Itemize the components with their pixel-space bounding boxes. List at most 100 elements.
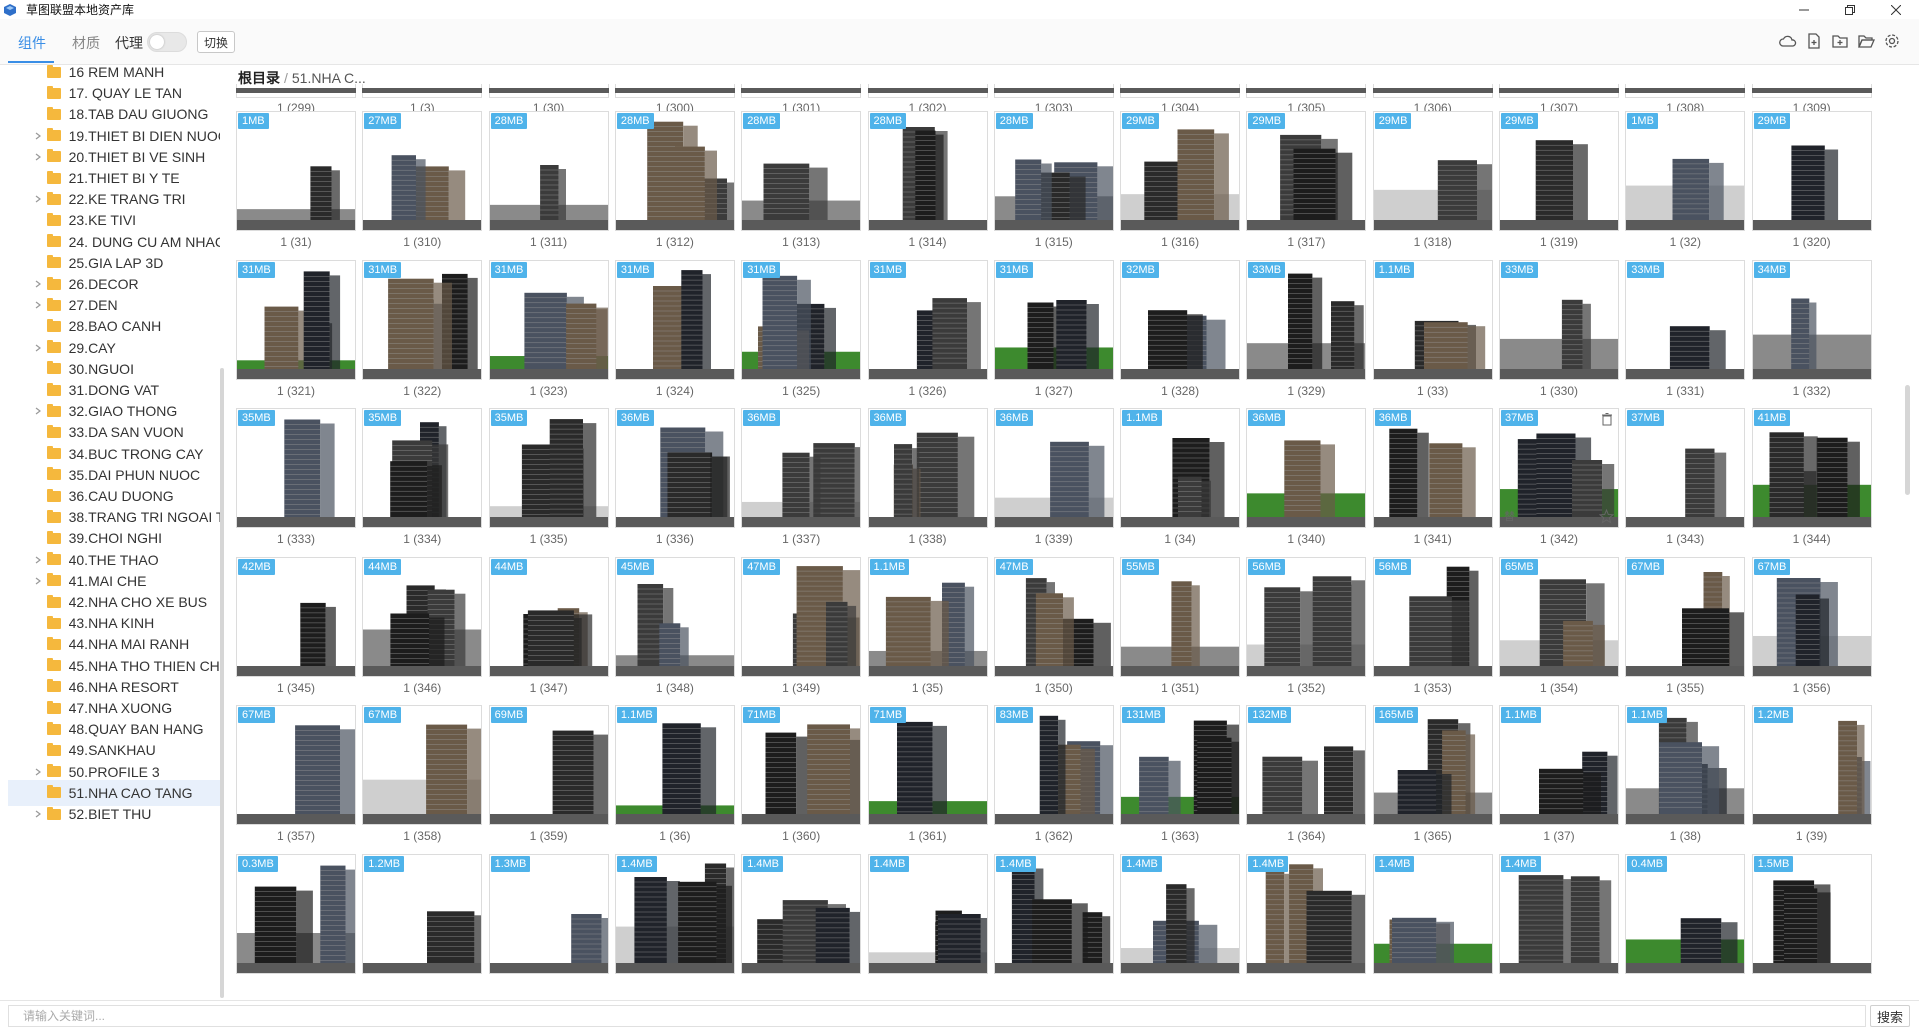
asset-card[interactable]: 28MB 1 (314) — [867, 111, 988, 251]
asset-thumbnail[interactable]: 67MB — [362, 705, 483, 825]
asset-thumbnail[interactable]: 1.3MB — [488, 853, 609, 974]
asset-thumbnail[interactable]: 36MB — [1372, 408, 1493, 528]
asset-card[interactable]: 36MB 1 (336) — [614, 408, 735, 548]
asset-card[interactable]: 31MB 1 (322) — [362, 259, 483, 400]
asset-thumbnail[interactable]: 71MB — [867, 705, 988, 825]
asset-thumbnail[interactable]: 67MB — [1625, 556, 1746, 677]
asset-thumbnail[interactable]: 33MB — [1246, 259, 1367, 380]
asset-card[interactable]: 1MB 1 (32) — [1625, 111, 1746, 251]
asset-card[interactable]: 55MB 1 (351) — [1120, 556, 1241, 697]
expand-chevron-icon[interactable] — [32, 342, 43, 354]
asset-card[interactable]: 42MB 1 (345) — [236, 556, 356, 697]
asset-thumbnail[interactable]: 35MB — [236, 408, 356, 528]
asset-card[interactable]: 36MB 1 (337) — [741, 408, 862, 548]
sidebar-item[interactable]: 52.BIET THU — [8, 801, 220, 827]
asset-thumbnail[interactable]: 1.2MB — [1751, 705, 1872, 825]
asset-card[interactable]: 0.4MB — [1625, 853, 1746, 994]
asset-card[interactable]: 1.4MB — [1372, 853, 1493, 994]
asset-card[interactable]: 1.4MB — [741, 853, 862, 994]
asset-card[interactable]: 28MB 1 (313) — [741, 111, 862, 251]
asset-thumbnail-partial[interactable] — [614, 84, 735, 98]
asset-card[interactable]: 132MB 1 (364) — [1246, 705, 1367, 845]
asset-card[interactable]: 36MB 1 (339) — [993, 408, 1114, 548]
asset-card[interactable]: 56MB 1 (353) — [1372, 556, 1493, 697]
asset-card[interactable]: 69MB 1 (359) — [488, 705, 609, 845]
minimize-button[interactable] — [1781, 0, 1827, 19]
asset-card[interactable]: 27MB 1 (310) — [362, 111, 483, 251]
expand-chevron-icon[interactable] — [32, 193, 43, 205]
asset-card[interactable]: 28MB 1 (315) — [993, 111, 1114, 251]
asset-thumbnail[interactable]: 31MB — [614, 259, 735, 380]
asset-thumbnail[interactable]: 28MB — [993, 111, 1114, 231]
cloud-icon[interactable] — [1779, 32, 1797, 50]
asset-thumbnail[interactable]: 28MB — [614, 111, 735, 231]
asset-thumbnail[interactable]: 1.1MB — [1372, 259, 1493, 380]
asset-thumbnail[interactable]: 69MB — [488, 705, 609, 825]
asset-thumbnail[interactable]: 132MB — [1246, 705, 1367, 825]
open-folder-icon[interactable] — [1857, 32, 1875, 50]
asset-thumbnail[interactable]: 28MB — [741, 111, 862, 231]
asset-thumbnail-partial[interactable] — [1751, 84, 1872, 98]
asset-thumbnail[interactable]: 56MB — [1246, 556, 1367, 677]
sidebar-scrollbar[interactable] — [220, 368, 224, 998]
asset-thumbnail[interactable]: 65MB — [1499, 556, 1619, 677]
asset-thumbnail-partial[interactable] — [867, 84, 988, 98]
asset-thumbnail[interactable]: 1.4MB — [614, 853, 735, 974]
asset-thumbnail[interactable]: 36MB — [867, 408, 988, 528]
asset-thumbnail[interactable]: 44MB — [488, 556, 609, 677]
asset-thumbnail[interactable]: 35MB — [488, 408, 609, 528]
asset-thumbnail[interactable]: 29MB — [1120, 111, 1241, 231]
asset-thumbnail[interactable]: 31MB — [362, 259, 483, 380]
asset-thumbnail[interactable]: 0.4MB — [1625, 853, 1746, 974]
asset-card[interactable]: 83MB 1 (362) — [993, 705, 1114, 845]
asset-card[interactable]: 1.4MB — [1120, 853, 1241, 994]
asset-card[interactable]: 47MB 1 (349) — [741, 556, 862, 697]
asset-thumbnail[interactable]: 56MB — [1372, 556, 1493, 677]
trash-icon[interactable] — [1600, 412, 1614, 426]
asset-thumbnail[interactable]: 31MB — [488, 259, 609, 380]
asset-thumbnail[interactable]: 1.1MB — [1625, 705, 1746, 825]
asset-thumbnail[interactable]: 28MB — [488, 111, 609, 231]
asset-thumbnail[interactable]: 29MB — [1499, 111, 1619, 231]
asset-thumbnail[interactable]: 1.5MB — [1751, 853, 1872, 974]
asset-card[interactable]: 29MB 1 (316) — [1120, 111, 1241, 251]
asset-thumbnail[interactable]: 31MB — [993, 259, 1114, 380]
asset-card[interactable]: 31MB 1 (323) — [488, 259, 609, 400]
expand-chevron-icon[interactable] — [32, 766, 43, 778]
asset-card[interactable]: 33MB 1 (329) — [1246, 259, 1367, 400]
asset-card[interactable]: 32MB 1 (328) — [1120, 259, 1241, 400]
asset-card[interactable]: 31MB 1 (326) — [867, 259, 988, 400]
asset-thumbnail[interactable]: 67MB — [236, 705, 356, 825]
asset-thumbnail[interactable]: 1MB — [1625, 111, 1746, 231]
tab-material[interactable]: 材质 — [72, 33, 100, 53]
asset-thumbnail[interactable]: 1.4MB — [1246, 853, 1367, 974]
asset-thumbnail-partial[interactable] — [362, 84, 483, 98]
asset-thumbnail[interactable]: 36MB — [741, 408, 862, 528]
asset-thumbnail[interactable]: 1MB — [236, 111, 356, 231]
asset-thumbnail[interactable]: 47MB — [993, 556, 1114, 677]
switch-button[interactable]: 切换 — [197, 31, 235, 53]
asset-card[interactable]: 1.1MB 1 (34) — [1120, 408, 1241, 548]
asset-card[interactable]: 67MB 1 (357) — [236, 705, 356, 845]
asset-card[interactable]: 34MB 1 (332) — [1751, 259, 1872, 400]
asset-card[interactable]: 1.1MB 1 (33) — [1372, 259, 1493, 400]
asset-card[interactable]: 33MB 1 (330) — [1499, 259, 1619, 400]
asset-card[interactable]: 41MB 1 (344) — [1751, 408, 1872, 548]
asset-thumbnail[interactable]: 29MB — [1246, 111, 1367, 231]
asset-thumbnail[interactable]: 1.4MB — [1120, 853, 1241, 974]
asset-thumbnail[interactable]: 1.2MB — [362, 853, 483, 974]
favorite-star-icon[interactable] — [1599, 509, 1614, 524]
asset-thumbnail[interactable]: 83MB — [993, 705, 1114, 825]
asset-card[interactable]: 37MB 1 (343) — [1625, 408, 1746, 548]
asset-thumbnail[interactable]: 1.4MB — [741, 853, 862, 974]
asset-card[interactable]: 35MB 1 (333) — [236, 408, 356, 548]
asset-card[interactable]: 67MB 1 (355) — [1625, 556, 1746, 697]
asset-thumbnail[interactable]: 1.4MB — [1372, 853, 1493, 974]
asset-thumbnail[interactable]: 35MB — [362, 408, 483, 528]
asset-thumbnail[interactable]: 31MB — [741, 259, 862, 380]
asset-thumbnail[interactable]: 31MB — [236, 259, 356, 380]
asset-thumbnail-partial[interactable] — [236, 84, 356, 98]
asset-card[interactable]: 1.4MB — [993, 853, 1114, 994]
asset-card[interactable]: 71MB 1 (360) — [741, 705, 862, 845]
expand-chevron-icon[interactable] — [32, 808, 43, 820]
